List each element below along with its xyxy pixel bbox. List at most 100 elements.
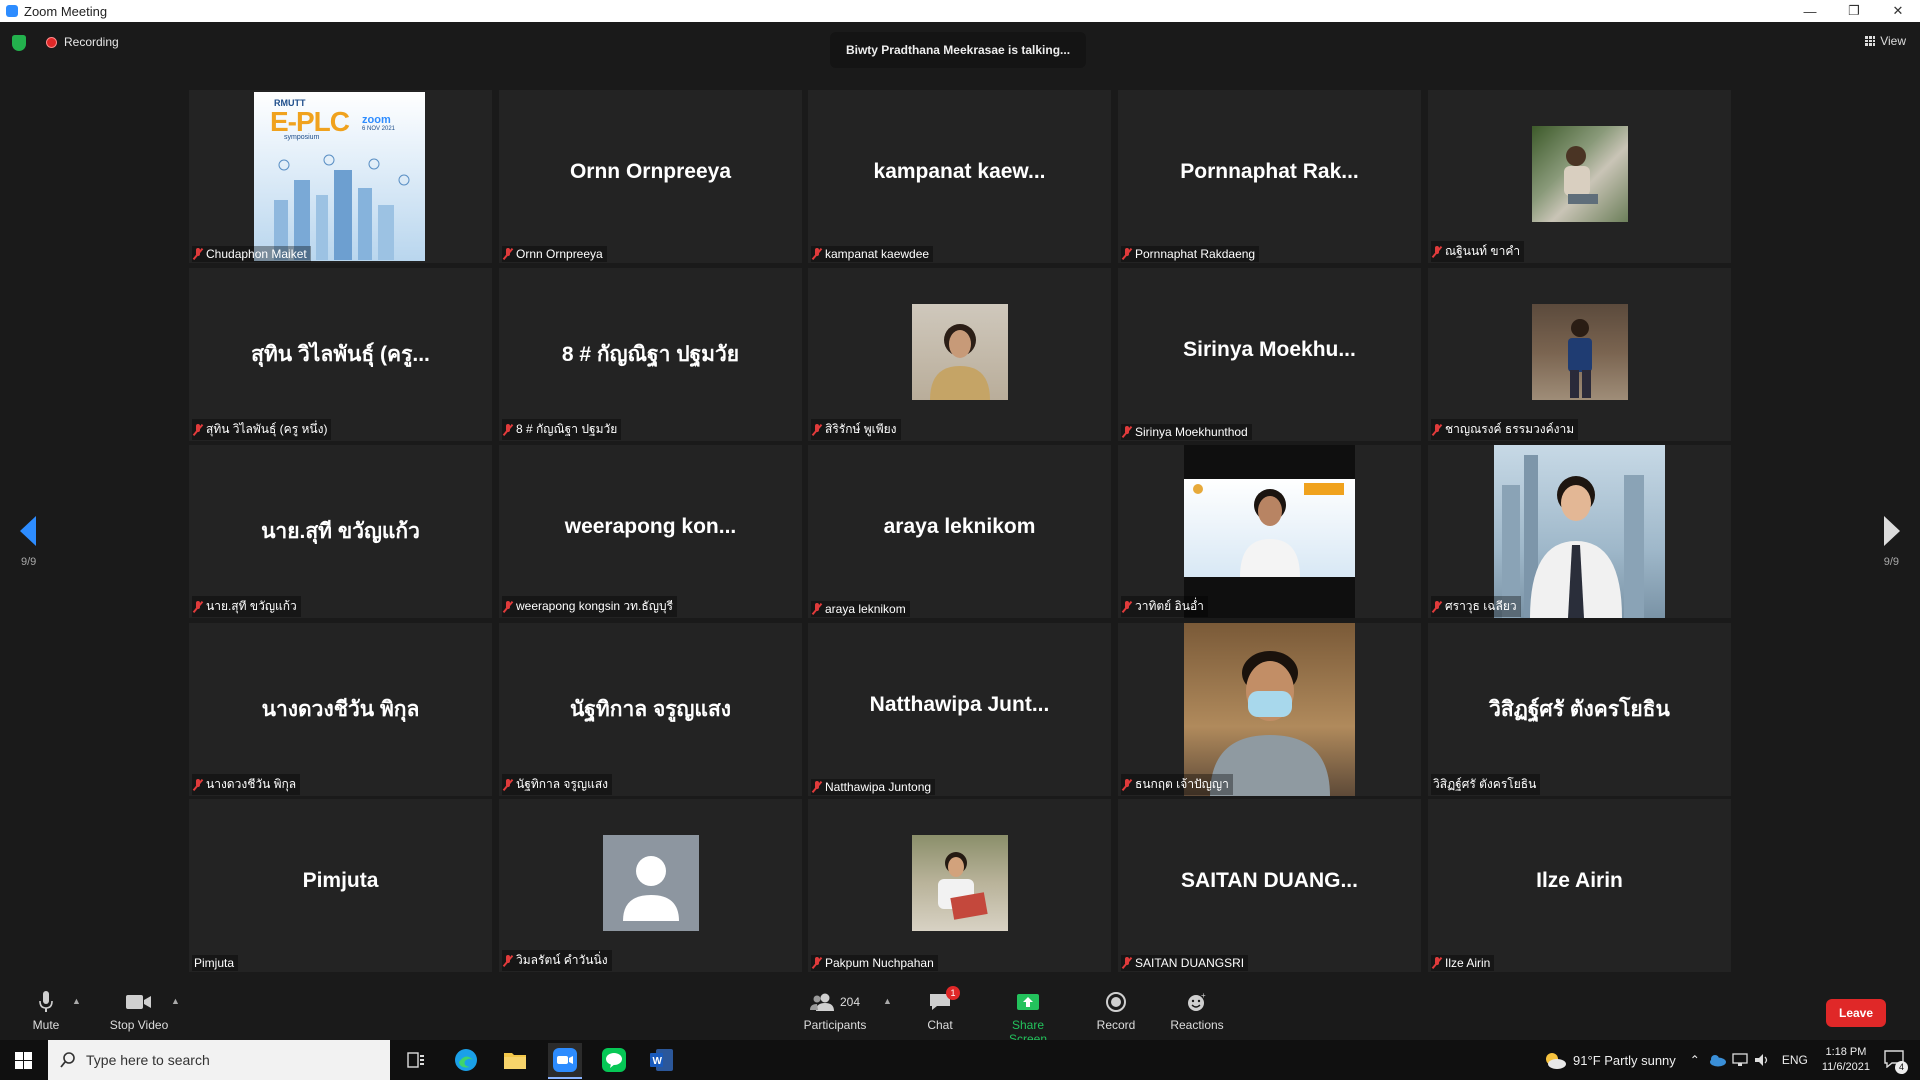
participant-tile[interactable]: สิริรักษ์ พูเพียง xyxy=(808,268,1111,441)
muted-mic-icon xyxy=(1433,957,1441,969)
participant-name-label: kampanat kaewdee xyxy=(811,246,934,262)
muted-mic-icon xyxy=(1123,957,1131,969)
search-placeholder: Type here to search xyxy=(86,1052,210,1068)
chat-button[interactable]: 1 Chat xyxy=(922,986,960,1032)
taskbar-clock[interactable]: 1:18 PM 11/6/2021 xyxy=(1822,1045,1870,1075)
participant-name: วิมลรัตน์ คำวันนิ่ง xyxy=(516,953,608,967)
mute-button[interactable]: Mute xyxy=(28,990,64,1032)
participants-caret-icon[interactable]: ▲ xyxy=(883,996,892,1006)
participant-name: นาย.สุที ขวัญแก้ว xyxy=(206,599,297,613)
participant-photo xyxy=(1193,483,1344,577)
participant-tile[interactable]: ธนกฤต เจ้าปัญญา xyxy=(1118,623,1421,796)
encryption-shield-icon[interactable] xyxy=(12,35,26,51)
windows-start-icon[interactable] xyxy=(15,1052,32,1069)
participant-tile[interactable]: วิสิฏฐ์ศรั ตังครโยธิน วิสิฏฐ์ศรั ตังครโยธ… xyxy=(1428,623,1731,796)
participant-display-name: Pimjuta xyxy=(302,869,379,892)
participant-tile[interactable]: weerapong kon... weerapong kongsin วท.ธัญ… xyxy=(499,445,802,618)
participant-tile[interactable]: Pakpum Nuchpahan xyxy=(808,799,1111,972)
reactions-button[interactable]: + Reactions xyxy=(1170,990,1224,1032)
record-button[interactable]: Record xyxy=(1094,990,1138,1032)
reactions-smiley-icon: + xyxy=(1188,992,1206,1011)
volume-icon[interactable] xyxy=(1754,1053,1770,1067)
record-icon xyxy=(1106,992,1126,1012)
task-view-icon[interactable] xyxy=(402,1046,430,1074)
weather-partly-sunny-icon[interactable] xyxy=(1543,1051,1567,1069)
participant-tile[interactable]: Natthawipa Junt... Natthawipa Juntong xyxy=(808,623,1111,796)
participant-tile[interactable]: Pimjuta Pimjuta xyxy=(189,799,492,972)
recording-indicator[interactable]: Recording xyxy=(64,35,119,49)
participant-tile[interactable]: วิมลรัตน์ คำวันนิ่ง xyxy=(499,799,802,972)
participant-tile[interactable]: araya leknikom araya leknikom xyxy=(808,445,1111,618)
participant-name-label: นัฐทิกาล จรูญแสง xyxy=(502,774,613,795)
participant-tile[interactable]: kampanat kaew... kampanat kaewdee xyxy=(808,90,1111,263)
muted-mic-icon xyxy=(813,957,821,969)
muted-mic-icon xyxy=(504,778,512,791)
participant-name: Ilze Airin xyxy=(1445,956,1491,970)
muted-mic-icon xyxy=(194,423,202,436)
participant-tile[interactable]: นาย.สุที ขวัญแก้ว นาย.สุที ขวัญแก้ว xyxy=(189,445,492,618)
participant-name: นางดวงชีวัน พิกุล xyxy=(206,777,297,791)
participant-tile[interactable]: 8 # กัญณิฐา ปฐมวัย 8 # กัญณิฐา ปฐมวัย xyxy=(499,268,802,441)
view-button[interactable]: View xyxy=(1865,34,1906,48)
word-app-icon[interactable]: W xyxy=(648,1046,676,1074)
record-label: Record xyxy=(1096,1018,1136,1032)
tray-overflow-chevron-icon[interactable]: ⌃ xyxy=(1690,1053,1700,1067)
participant-tile[interactable]: Sirinya Moekhu... Sirinya Moekhunthod xyxy=(1118,268,1421,441)
restore-button[interactable]: ❐ xyxy=(1832,0,1876,22)
participants-label: Participants xyxy=(803,1018,867,1032)
participant-name: kampanat kaewdee xyxy=(825,247,930,261)
participant-display-name: kampanat kaew... xyxy=(873,160,1046,183)
audio-options-caret-icon[interactable]: ▲ xyxy=(72,996,81,1006)
participant-tile[interactable]: วาทิตย์ อินอ่ำ xyxy=(1118,445,1421,618)
close-button[interactable]: ✕ xyxy=(1876,0,1920,22)
participant-tile[interactable]: ณฐินนท์ ขาคำ xyxy=(1428,90,1731,263)
participant-name: ชาญณรงค์ ธรรมวงค์งาม xyxy=(1445,422,1575,436)
video-options-caret-icon[interactable]: ▲ xyxy=(171,996,180,1006)
weather-text[interactable]: 91°F Partly sunny xyxy=(1573,1053,1676,1068)
participant-name-label: ธนกฤต เจ้าปัญญา xyxy=(1121,774,1233,795)
participant-tile[interactable]: ชาญณรงค์ ธรรมวงค์งาม xyxy=(1428,268,1731,441)
grid-view-icon xyxy=(1865,36,1876,46)
clock-date: 11/6/2021 xyxy=(1821,1061,1870,1073)
participants-button[interactable]: 204 Participants xyxy=(802,990,868,1032)
next-page-arrow-icon[interactable] xyxy=(1884,516,1900,546)
participant-name: Sirinya Moekhunthod xyxy=(1135,425,1248,439)
previous-page-arrow-icon[interactable] xyxy=(20,516,36,546)
participant-photo xyxy=(1568,319,1592,398)
participant-tile[interactable]: Ornn Ornpreeya Ornn Ornpreeya xyxy=(499,90,802,263)
zoom-taskbar-icon[interactable] xyxy=(548,1043,582,1079)
stop-video-button[interactable]: Stop Video xyxy=(106,990,172,1032)
leave-button[interactable]: Leave xyxy=(1826,999,1886,1027)
participant-tile[interactable]: สุทิน วิไลพันธุ์ (ครู... สุทิน วิไลพันธุ์… xyxy=(189,268,492,441)
system-tray: 91°F Partly sunny ⌃ ENG 1:18 PM 11/6/202… xyxy=(1543,1040,1920,1080)
participant-name-label: weerapong kongsin วท.ธัญบุรี xyxy=(502,596,678,617)
participant-tile[interactable]: นางดวงชีวัน พิกุล นางดวงชีวัน พิกุล xyxy=(189,623,492,796)
input-language-indicator[interactable]: ENG xyxy=(1782,1053,1808,1067)
participant-name: สุทิน วิไลพันธุ์ (ครู หนึ่ง) xyxy=(206,422,328,436)
participant-tile[interactable]: Ilze Airin Ilze Airin xyxy=(1428,799,1731,972)
participant-display-name: Natthawipa Junt... xyxy=(869,693,1050,716)
participant-tile[interactable]: SAITAN DUANG... SAITAN DUANGSRI xyxy=(1118,799,1421,972)
participant-name-label: Pornnaphat Rakdaeng xyxy=(1121,246,1260,262)
participant-name-label: Chudaphon Maiket xyxy=(192,246,311,262)
edge-browser-icon[interactable] xyxy=(452,1046,480,1074)
participant-name-label: นางดวงชีวัน พิกุล xyxy=(192,774,301,795)
muted-mic-icon xyxy=(504,423,512,436)
participant-name-label: ชาญณรงค์ ธรรมวงค์งาม xyxy=(1431,419,1579,440)
file-explorer-icon[interactable] xyxy=(501,1046,529,1074)
minimize-button[interactable]: — xyxy=(1788,0,1832,22)
participant-tile[interactable]: Pornnaphat Rak... Pornnaphat Rakdaeng xyxy=(1118,90,1421,263)
line-app-icon[interactable] xyxy=(600,1046,628,1074)
participant-display-name: Sirinya Moekhu... xyxy=(1183,338,1356,361)
notification-center-button[interactable]: 4 xyxy=(1884,1049,1908,1074)
participant-display-name: วิสิฏฐ์ศรั ตังครโยธิน xyxy=(1489,698,1670,721)
active-speaker-banner: Biwty Pradthana Meekrasae is talking... xyxy=(830,32,1086,68)
network-icon[interactable] xyxy=(1732,1053,1748,1067)
participant-tile[interactable]: ศราวุธ เฉลียว xyxy=(1428,445,1731,618)
taskbar-search-box[interactable]: Type here to search xyxy=(48,1040,390,1080)
onedrive-cloud-icon[interactable] xyxy=(1708,1053,1726,1067)
participant-tile[interactable]: RMUTT E-PLC zoom 6 NOV 2021 symposium Ch… xyxy=(189,90,492,263)
search-icon xyxy=(60,1052,75,1068)
participant-tile[interactable]: นัฐทิกาล จรูญแสง นัฐทิกาล จรูญแสง xyxy=(499,623,802,796)
share-screen-button[interactable]: Share Screen xyxy=(992,990,1064,1046)
